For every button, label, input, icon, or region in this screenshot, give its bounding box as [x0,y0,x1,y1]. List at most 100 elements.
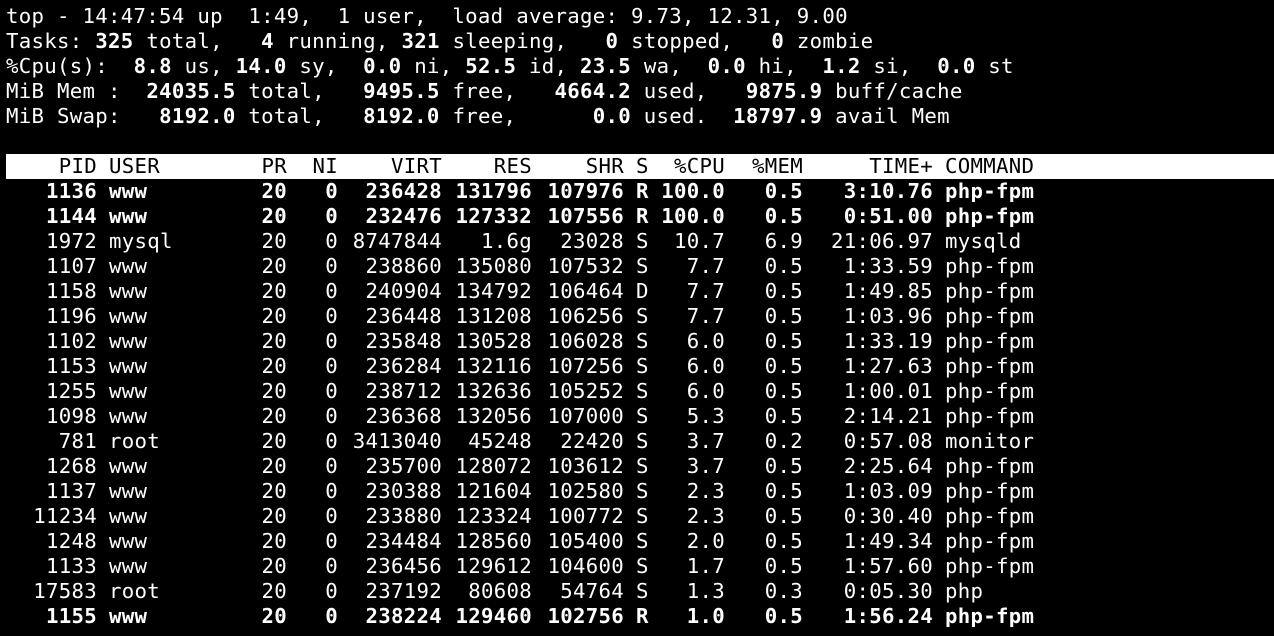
cell-cpu: 6.0 [686,329,725,353]
process-row[interactable]: 17583 root 20 0 237192 80608 54764 S 1.3 0.3 0:05.… [6,579,1095,604]
process-row[interactable]: 1136 www 20 0 236428 131796 107976 R 100.0 0.5 3:1… [6,179,1095,204]
cell-mem: 0.5 [764,279,803,303]
cell-time: 1:00.01 [843,379,933,403]
cell-command: php-fpm [945,379,1035,403]
cell-time: 0:57.08 [843,429,933,453]
cell-pr: 20 [261,404,287,428]
cell-s: S [636,529,649,553]
cell-mem: 0.5 [764,354,803,378]
mem-used: 4664.2 [554,79,632,103]
cell-time: 1:56.24 [843,604,933,628]
cpu-st-label: st [975,54,1014,78]
cell-pid: 1136 [45,179,97,203]
cell-cpu: 2.0 [686,529,725,553]
cell-user: www [109,604,148,628]
cell-virt: 240904 [365,279,442,303]
cell-res: 128560 [455,529,532,553]
cell-shr: 106028 [547,329,624,353]
cell-shr: 107976 [547,179,624,203]
cell-pr: 20 [261,479,287,503]
cell-pr: 20 [261,429,287,453]
column-header: PID USER PR NI VIRT RES SHR S %CPU %MEM TIME+ COMMA… [6,154,1274,179]
swap-used-label: used. [631,104,734,128]
process-row[interactable]: 1098 www 20 0 236368 132056 107000 S 5.3 0.5 2:14.… [6,404,1095,429]
col-ni: NI [312,154,338,178]
cpu-id: 52.5 [465,54,517,78]
cell-shr: 107000 [547,404,624,428]
cell-res: 132056 [455,404,532,428]
cell-virt: 238712 [365,379,442,403]
cell-mem: 0.5 [764,554,803,578]
cell-ni: 0 [325,229,338,253]
mem-buff: 9875.9 [745,79,823,103]
process-row[interactable]: 1102 www 20 0 235848 130528 106028 S 6.0 0.5 1:33.… [6,329,1095,354]
cell-command: php-fpm [945,479,1035,503]
cell-user: mysql [109,229,173,253]
cell-command: mysqld [945,229,1022,253]
cell-cpu: 2.3 [686,504,725,528]
cell-shr: 107256 [547,354,624,378]
cell-time: 0:30.40 [843,504,933,528]
process-row[interactable]: 1158 www 20 0 240904 134792 106464 D 7.7 0.5 1:49.… [6,279,1095,304]
cell-res: 130528 [455,329,532,353]
cell-shr: 22420 [560,429,624,453]
process-row[interactable]: 1137 www 20 0 230388 121604 102580 S 2.3 0.5 1:03.… [6,479,1095,504]
terminal-window[interactable]: top - 14:47:54 up 1:49, 1 user, load ave… [0,0,1274,636]
cell-ni: 0 [325,529,338,553]
swap-total-label: total, [235,104,364,128]
cell-command: php-fpm [945,354,1035,378]
swap-used: 0.0 [592,104,632,128]
tasks-running-label: running, [273,29,402,53]
cpu-sy-label: sy, [286,54,364,78]
tasks-stopped-label: stopped, [618,29,772,53]
cell-command: php-fpm [945,204,1035,228]
cell-res: 45248 [468,429,532,453]
cell-time: 2:14.21 [843,404,933,428]
cell-s: D [636,279,649,303]
cell-mem: 6.9 [764,229,803,253]
cell-ni: 0 [325,604,338,628]
cell-pr: 20 [261,279,287,303]
cell-s: S [636,554,649,578]
process-row[interactable]: 1153 www 20 0 236284 132116 107256 S 6.0 0.5 1:27.… [6,354,1095,379]
process-row[interactable]: 781 root 20 0 3413040 45248 22420 S 3.7 0.2 0:57.0… [6,429,1095,454]
cell-res: 80608 [468,579,532,603]
cell-command: php-fpm [945,404,1035,428]
swap-total: 8192.0 [159,104,236,128]
cpu-ni-label: ni, [401,54,466,78]
cell-res: 128072 [455,454,532,478]
cell-pid: 1137 [45,479,97,503]
cell-pr: 20 [261,204,287,228]
cell-mem: 0.5 [764,304,803,328]
process-row[interactable]: 1196 www 20 0 236448 131208 106256 S 7.7 0.5 1:03.… [6,304,1095,329]
process-row[interactable]: 1155 www 20 0 238224 129460 102756 R 1.0 0.5 1:56.… [6,604,1095,629]
cell-cpu: 7.7 [686,254,725,278]
swap-free: 8192.0 [363,104,440,128]
cell-pid: 1268 [45,454,97,478]
cell-s: S [636,329,649,353]
cell-mem: 0.5 [764,329,803,353]
cell-virt: 232476 [365,204,442,228]
col-time: TIME+ [869,154,933,178]
cell-pid: 11234 [33,504,97,528]
cell-pid: 17583 [33,579,97,603]
process-row[interactable]: 11234 www 20 0 233880 123324 100772 S 2.3 0.5 0:30… [6,504,1095,529]
process-row[interactable]: 1144 www 20 0 232476 127332 107556 R 100.0 0.5 0:5… [6,204,1095,229]
cell-pid: 781 [58,429,97,453]
cell-shr: 54764 [560,579,624,603]
cell-pid: 1133 [45,554,97,578]
process-row[interactable]: 1107 www 20 0 238860 135080 107532 S 7.7 0.5 1:33.… [6,254,1095,279]
cell-s: S [636,379,649,403]
cell-cpu: 6.0 [686,354,725,378]
cell-ni: 0 [325,554,338,578]
cell-user: www [109,404,148,428]
cell-command: php-fpm [945,604,1035,628]
cpu-sy: 14.0 [235,54,287,78]
process-row[interactable]: 1255 www 20 0 238712 132636 105252 S 6.0 0.5 1:00.… [6,379,1095,404]
cpu-si: 1.2 [822,54,861,78]
process-row[interactable]: 1268 www 20 0 235700 128072 103612 S 3.7 0.5 2:25.… [6,454,1095,479]
process-row[interactable]: 1248 www 20 0 234484 128560 105400 S 2.0 0.5 1:49.… [6,529,1095,554]
col-mem: %MEM [751,154,803,178]
process-row[interactable]: 1133 www 20 0 236456 129612 104600 S 1.7 0.5 1:57.… [6,554,1095,579]
process-row[interactable]: 1972 mysql 20 0 8747844 1.6g 23028 S 10.7 6.9 21:0… [6,229,1095,254]
